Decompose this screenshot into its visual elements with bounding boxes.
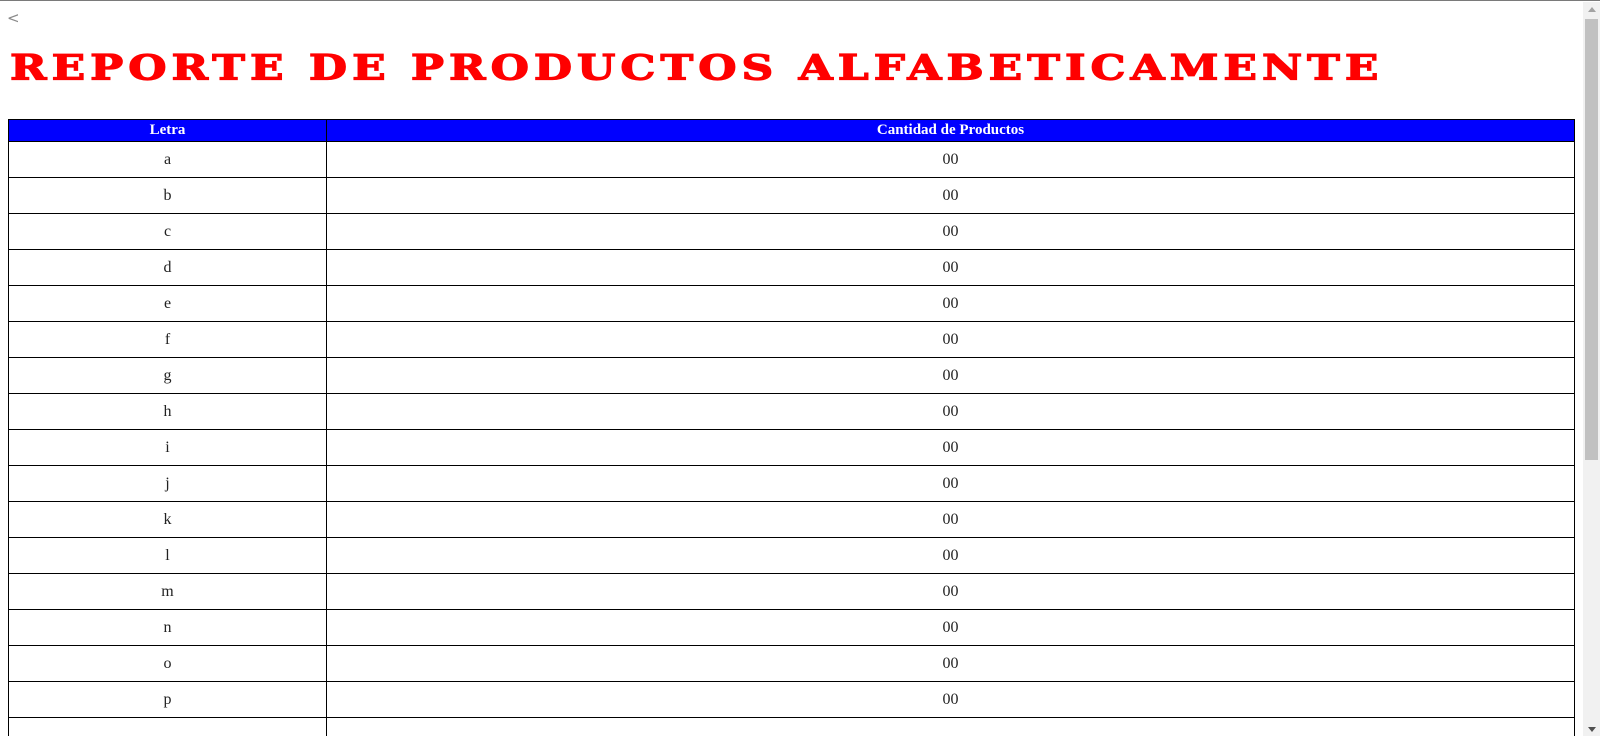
cell-cantidad: 00 xyxy=(326,249,1575,286)
cell-cantidad: 00 xyxy=(326,141,1575,178)
cell-cantidad: 00 xyxy=(326,429,1575,466)
table-row: n 00 xyxy=(8,609,1575,646)
cell-cantidad: 00 xyxy=(326,393,1575,430)
cell-letra: k xyxy=(8,501,327,538)
scroll-up-arrow-icon[interactable] xyxy=(1588,7,1596,12)
cell-letra: h xyxy=(8,393,327,430)
cell-cantidad: 00 xyxy=(326,177,1575,214)
page-title: REPORTE DE PRODUCTOS ALFABETICAMENTE xyxy=(9,48,1384,89)
table-row: g 00 xyxy=(8,357,1575,394)
column-header-cantidad: Cantidad de Productos xyxy=(326,119,1575,142)
table-header: Letra Cantidad de Productos xyxy=(8,119,1575,142)
cell-cantidad: 00 xyxy=(326,501,1575,538)
cell-cantidad xyxy=(326,717,1575,736)
cell-letra: p xyxy=(8,681,327,718)
table-row: e 00 xyxy=(8,285,1575,322)
table-row: j 00 xyxy=(8,465,1575,502)
cell-cantidad: 00 xyxy=(326,213,1575,250)
table-row xyxy=(8,717,1575,736)
cell-letra xyxy=(8,717,327,736)
back-link[interactable]: < xyxy=(7,9,20,27)
scrollbar-thumb[interactable] xyxy=(1585,19,1598,460)
scroll-down-arrow-icon[interactable] xyxy=(1588,727,1596,732)
cell-letra: b xyxy=(8,177,327,214)
cell-letra: i xyxy=(8,429,327,466)
cell-cantidad: 00 xyxy=(326,537,1575,574)
cell-letra: d xyxy=(8,249,327,286)
table-row: a 00 xyxy=(8,141,1575,178)
cell-letra: m xyxy=(8,573,327,610)
report-table-container: Letra Cantidad de Productos a 00 b 00 c … xyxy=(8,119,1575,736)
table-row: i 00 xyxy=(8,429,1575,466)
cell-letra: c xyxy=(8,213,327,250)
table-row: b 00 xyxy=(8,177,1575,214)
table-body: a 00 b 00 c 00 d 00 e 00 f 00 g 00 h 00 … xyxy=(8,141,1575,736)
column-header-letra: Letra xyxy=(8,119,327,142)
header-row: Letra Cantidad de Productos xyxy=(8,119,1575,142)
cell-letra: n xyxy=(8,609,327,646)
cell-cantidad: 00 xyxy=(326,285,1575,322)
report-page: < REPORTE DE PRODUCTOS ALFABETICAMENTE L… xyxy=(0,0,1600,736)
cell-letra: g xyxy=(8,357,327,394)
cell-letra: a xyxy=(8,141,327,178)
cell-letra: j xyxy=(8,465,327,502)
vertical-scrollbar[interactable] xyxy=(1583,2,1600,736)
table-row: l 00 xyxy=(8,537,1575,574)
cell-cantidad: 00 xyxy=(326,609,1575,646)
cell-cantidad: 00 xyxy=(326,573,1575,610)
table-row: d 00 xyxy=(8,249,1575,286)
table-row: k 00 xyxy=(8,501,1575,538)
cell-cantidad: 00 xyxy=(326,357,1575,394)
cell-letra: l xyxy=(8,537,327,574)
table-row: f 00 xyxy=(8,321,1575,358)
table-row: p 00 xyxy=(8,681,1575,718)
cell-letra: o xyxy=(8,645,327,682)
report-table: Letra Cantidad de Productos a 00 b 00 c … xyxy=(8,119,1575,736)
cell-cantidad: 00 xyxy=(326,321,1575,358)
table-row: c 00 xyxy=(8,213,1575,250)
cell-cantidad: 00 xyxy=(326,681,1575,718)
table-row: h 00 xyxy=(8,393,1575,430)
cell-cantidad: 00 xyxy=(326,465,1575,502)
cell-cantidad: 00 xyxy=(326,645,1575,682)
cell-letra: f xyxy=(8,321,327,358)
table-row: o 00 xyxy=(8,645,1575,682)
cell-letra: e xyxy=(8,285,327,322)
table-row: m 00 xyxy=(8,573,1575,610)
